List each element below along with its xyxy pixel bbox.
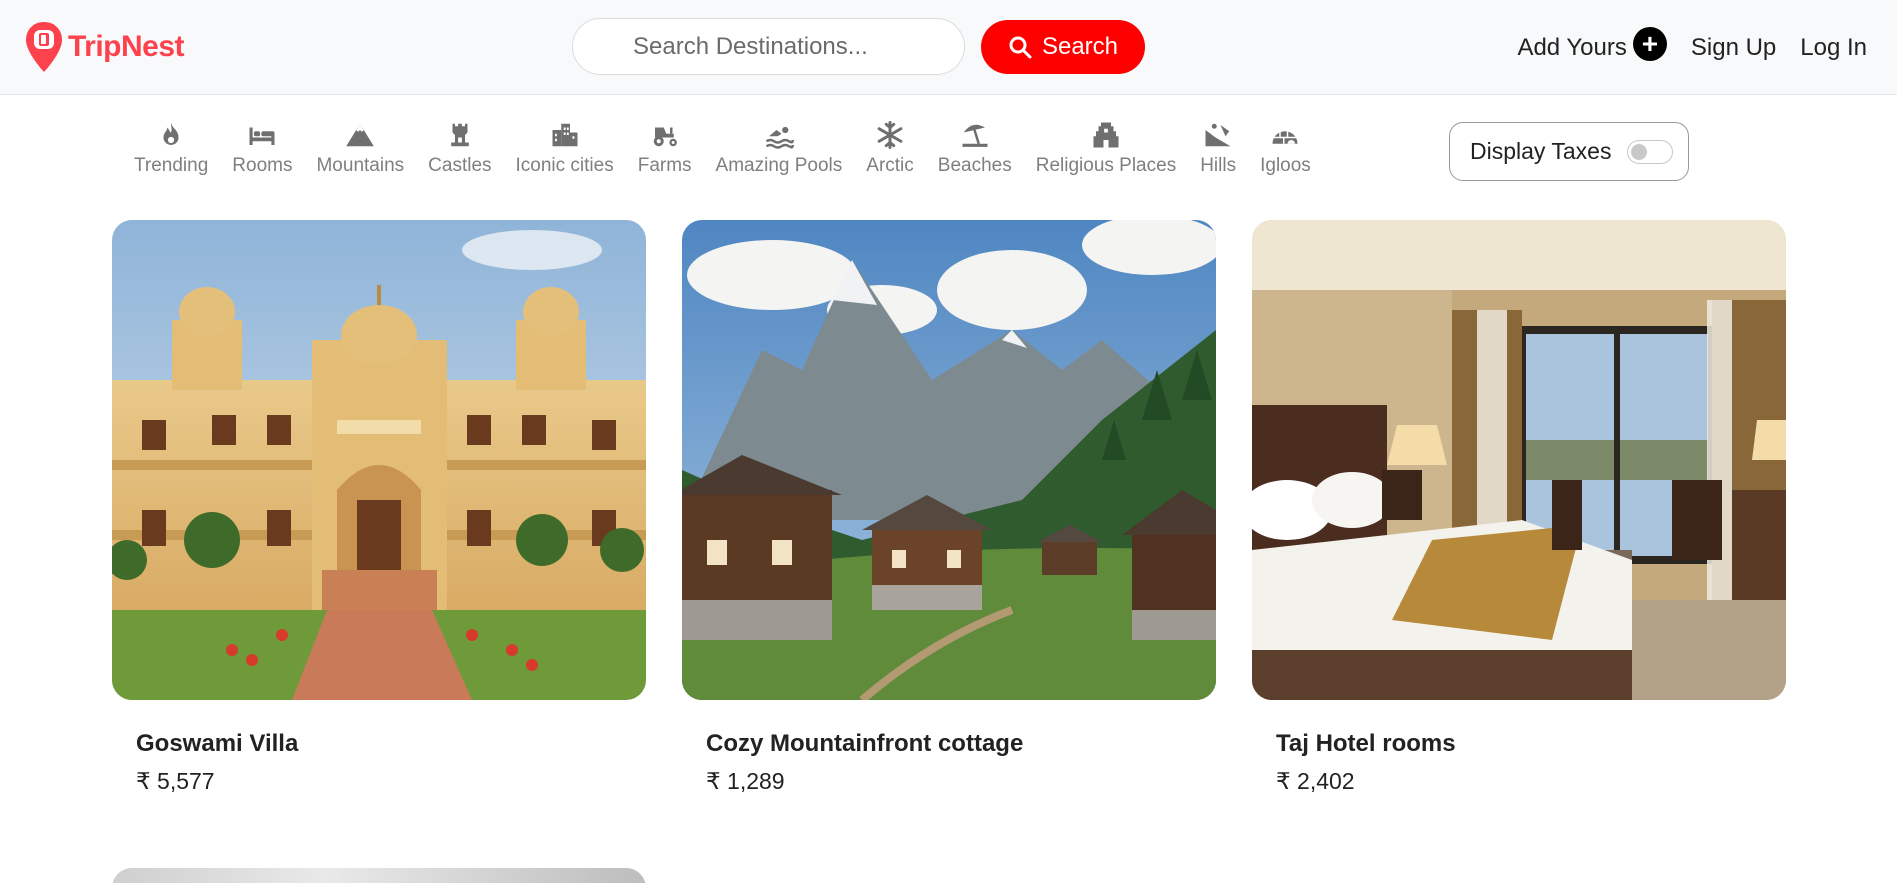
filter-label: Rooms	[232, 155, 293, 176]
brand-logo[interactable]: TripNest	[24, 20, 185, 74]
filter-farms[interactable]: Farms	[638, 120, 692, 186]
bed-icon	[249, 127, 275, 145]
umbrella-beach-icon	[962, 124, 988, 147]
castle-icon	[451, 123, 469, 147]
listing-image-palace-villa[interactable]	[112, 220, 646, 700]
navbar: TripNest Search Add Yours + Sign Up Log …	[0, 0, 1897, 95]
plus-circle-icon: +	[1632, 27, 1667, 61]
display-taxes-toggle[interactable]: Display Taxes	[1449, 122, 1689, 181]
filter-hills[interactable]: Hills	[1200, 120, 1236, 186]
filter-amazing-pools[interactable]: Amazing Pools	[715, 120, 843, 186]
gopuram-icon	[1093, 122, 1119, 148]
mountain-icon	[346, 123, 375, 147]
filter-label: Igloos	[1260, 155, 1311, 176]
search-input[interactable]	[573, 19, 964, 74]
sign-up-link[interactable]: Sign Up	[1691, 34, 1776, 62]
city-icon	[552, 123, 578, 147]
taxes-switch[interactable]	[1627, 139, 1674, 164]
switch-knob	[1631, 143, 1648, 160]
log-in-link[interactable]: Log In	[1800, 34, 1867, 62]
add-yours-label: Add Yours	[1517, 34, 1627, 61]
filter-label: Amazing Pools	[715, 155, 843, 176]
filter-trending[interactable]: Trending	[134, 120, 208, 186]
listing-title: Taj Hotel rooms	[1276, 730, 1456, 757]
igloo-icon	[1272, 131, 1298, 144]
listing-card-partial[interactable]	[112, 868, 646, 883]
fire-icon	[163, 122, 179, 145]
listing-card[interactable]: Taj Hotel rooms ₹ 2,402	[1252, 220, 1786, 795]
filter-igloos[interactable]: Igloos	[1260, 120, 1311, 186]
hill-icon	[1205, 123, 1231, 147]
listing-price: ₹ 5,577	[136, 768, 215, 794]
add-yours-link[interactable]: Add Yours +	[1517, 27, 1667, 65]
brand-name: TripNest	[68, 30, 185, 63]
filter-bar: Trending Rooms Mountains Castles Iconic …	[134, 120, 1311, 186]
filter-rooms[interactable]: Rooms	[232, 120, 292, 186]
filter-castles[interactable]: Castles	[428, 120, 492, 186]
listing-title: Cozy Mountainfront cottage	[706, 730, 1024, 757]
listing-card[interactable]: Cozy Mountainfront cottage ₹ 1,289	[682, 220, 1216, 795]
listing-image-hotel-room[interactable]	[1252, 220, 1786, 700]
filter-label: Religious Places	[1035, 155, 1177, 176]
listing-price: ₹ 1,289	[706, 768, 785, 794]
filter-religious-places[interactable]: Religious Places	[1036, 120, 1176, 186]
filter-label: Castles	[428, 155, 492, 176]
nav-right: Add Yours + Sign Up Log In	[1517, 24, 1867, 72]
filter-label: Arctic	[866, 155, 914, 176]
filter-iconic-cities[interactable]: Iconic cities	[516, 120, 614, 186]
search-box	[572, 18, 965, 75]
display-taxes-label: Display Taxes	[1470, 138, 1612, 164]
search-icon	[1009, 36, 1032, 59]
search-button[interactable]: Search	[981, 20, 1145, 74]
mountain-cottages-image	[682, 220, 1216, 700]
hotel-room-image	[1252, 220, 1786, 700]
filter-mountains[interactable]: Mountains	[316, 120, 404, 186]
search-button-label: Search	[1041, 33, 1119, 60]
listing-card[interactable]: Goswami Villa ₹ 5,577	[112, 220, 646, 795]
map-pin-icon	[26, 22, 62, 72]
swimmer-icon	[765, 126, 794, 149]
filter-label: Mountains	[316, 155, 405, 176]
filter-label: Beaches	[937, 155, 1012, 176]
filter-label: Hills	[1200, 155, 1237, 176]
listing-title: Goswami Villa	[136, 730, 299, 757]
filter-label: Iconic cities	[515, 155, 614, 176]
palace-villa-image	[112, 220, 646, 700]
filter-label: Farms	[637, 155, 692, 176]
filter-arctic[interactable]: Arctic	[866, 120, 914, 186]
listing-image-mountain-cottages[interactable]	[682, 220, 1216, 700]
tractor-icon	[653, 127, 677, 147]
listing-price: ₹ 2,402	[1276, 768, 1355, 794]
filter-label: Trending	[134, 155, 209, 176]
filter-beaches[interactable]: Beaches	[938, 120, 1012, 186]
snowflake-icon	[877, 121, 903, 149]
